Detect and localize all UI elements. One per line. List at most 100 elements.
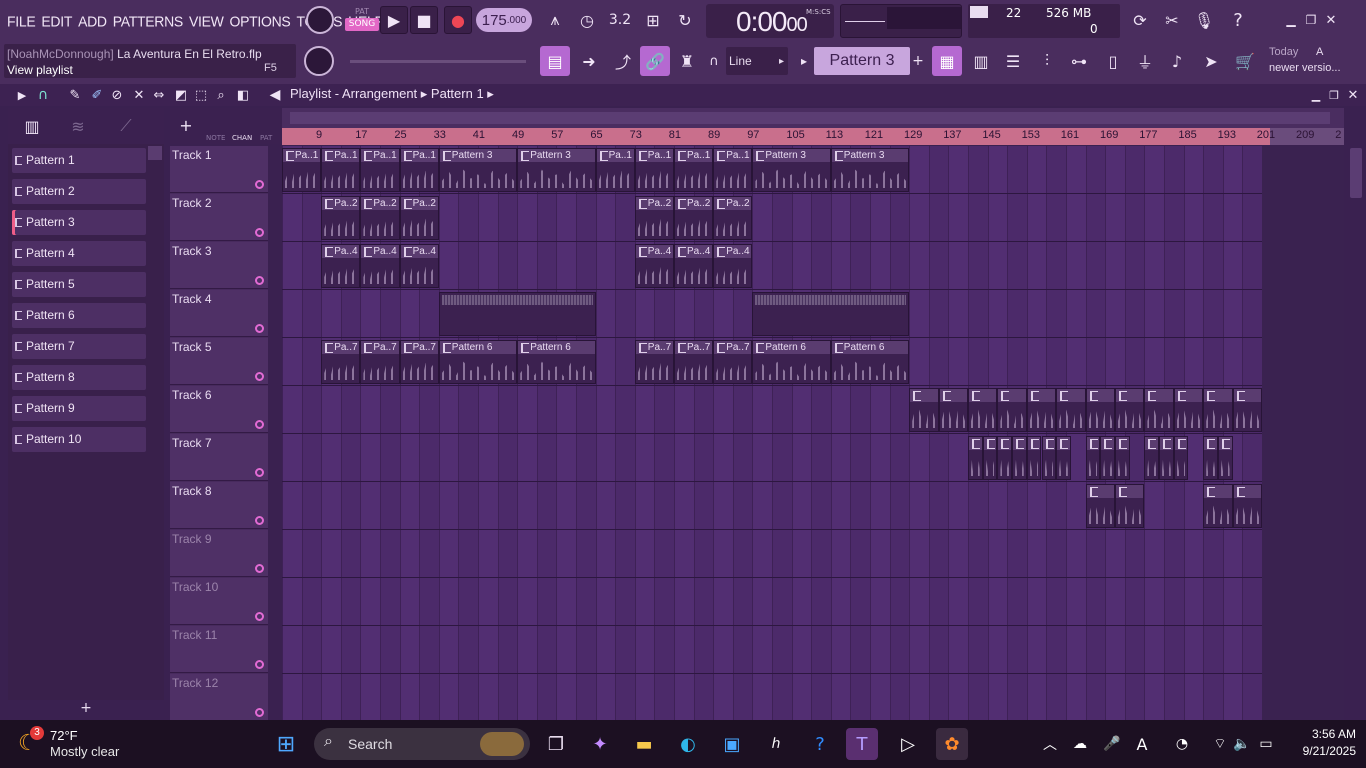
pattern-clip[interactable]: Pa..1 <box>360 148 400 192</box>
pattern-clip[interactable] <box>1041 436 1057 480</box>
pattern-clip[interactable] <box>1144 436 1160 480</box>
pattern-clip[interactable]: Pa..2 <box>399 196 439 240</box>
pattern-clip[interactable] <box>938 388 968 432</box>
playlist-close-icon[interactable]: ✕ <box>1344 86 1362 104</box>
speaker-icon[interactable]: ◀ <box>266 86 284 104</box>
media-player-button[interactable]: ▷ <box>892 728 924 760</box>
pattern-clip[interactable] <box>1012 436 1027 480</box>
vertical-scrollbar[interactable] <box>1346 106 1366 720</box>
track-mute-led-icon[interactable] <box>255 660 264 669</box>
track-header[interactable]: Track 7 <box>170 434 268 481</box>
slip-icon[interactable]: ⇔ <box>150 86 168 104</box>
paint-icon[interactable]: ✐ <box>88 86 106 104</box>
track-header[interactable]: Track 1 <box>170 146 268 193</box>
track-mute-led-icon[interactable] <box>255 180 264 189</box>
pattern-clip[interactable] <box>997 388 1027 432</box>
sliders-button[interactable]: ⫶ <box>1032 46 1062 76</box>
tab-note[interactable]: NOTE <box>206 134 225 142</box>
tab-chan[interactable]: CHAN <box>232 134 252 142</box>
pattern-clip[interactable] <box>968 388 998 432</box>
pattern-picker-item[interactable]: Pattern 1 <box>12 148 146 173</box>
pattern-clip[interactable]: Pa..1 <box>399 148 439 192</box>
tree-button[interactable]: ⊶ <box>1064 46 1094 76</box>
pattern-clip[interactable]: Pattern 6 <box>438 340 518 384</box>
pattern-clip[interactable]: Pa..7 <box>399 340 439 384</box>
playback-icon[interactable]: ◧ <box>234 86 252 104</box>
link-button[interactable]: 🔗 <box>640 46 670 76</box>
pattern-picker-item[interactable]: Pattern 6 <box>12 303 146 328</box>
pattern-clip[interactable]: Pa..1 <box>634 148 674 192</box>
pattern-clip[interactable]: Pattern 3 <box>517 148 596 192</box>
track-mute-led-icon[interactable] <box>255 324 264 333</box>
track-header[interactable]: Track 3 <box>170 242 268 289</box>
time-ruler[interactable]: 9 17 25 33 41 49 57 65 73 81 89 97 105 113 121 129 137 14… <box>282 128 1344 145</box>
plugin-button[interactable]: ⏚ <box>1130 46 1160 76</box>
onedrive-button[interactable]: ☁ <box>1064 728 1096 760</box>
track-header[interactable]: Track 12 <box>170 674 268 720</box>
overdub-button[interactable]: ⊞ <box>638 6 668 34</box>
pattern-clip[interactable] <box>1173 436 1189 480</box>
pattern-picker-item[interactable]: Pattern 5 <box>12 272 146 297</box>
overview-bar[interactable] <box>282 108 1344 128</box>
pattern-clip[interactable] <box>909 388 939 432</box>
pattern-clip[interactable] <box>1232 484 1262 528</box>
mic-tray-button[interactable]: 🎤 <box>1096 728 1128 760</box>
pattern-clip[interactable]: Pa..1 <box>282 148 322 192</box>
pattern-clip[interactable]: Pa..2 <box>674 196 714 240</box>
network-status-button[interactable]: ◔ <box>1166 728 1198 760</box>
track-mute-led-icon[interactable] <box>255 420 264 429</box>
master-volume-knob[interactable] <box>306 6 334 34</box>
pattern-clip[interactable]: Pattern 6 <box>517 340 596 384</box>
tempo-display[interactable]: 175.000 <box>476 8 532 32</box>
arrangement-grid[interactable]: Pa..1 Pa..1 Pa..1 Pa..1 Pattern 3 Pattern 3 Pa… <box>282 146 1344 720</box>
pattern-clip[interactable]: Pa..4 <box>713 244 753 288</box>
pattern-clip[interactable]: Pa..2 <box>713 196 753 240</box>
pattern-clip[interactable] <box>1173 388 1204 432</box>
pattern-picker-item[interactable]: Pattern 3 <box>12 210 146 235</box>
pattern-clip[interactable] <box>1115 436 1130 480</box>
pattern-clip[interactable]: Pa..2 <box>321 196 361 240</box>
track-mute-led-icon[interactable] <box>255 468 264 477</box>
pattern-clip[interactable]: Pa..7 <box>674 340 714 384</box>
menu-patterns[interactable]: PATTERNS <box>110 12 186 29</box>
pattern-clip[interactable] <box>1232 388 1262 432</box>
magnet-icon[interactable]: ∩ <box>34 86 52 104</box>
pattern-clip[interactable] <box>438 292 596 336</box>
pattern-picker-item[interactable]: Pattern 2 <box>12 179 146 204</box>
pattern-picker-item[interactable]: Pattern 7 <box>12 334 146 359</box>
wait-for-input-button[interactable]: ◷ <box>572 6 602 34</box>
pattern-clip[interactable] <box>1217 436 1233 480</box>
step-seq-button[interactable]: ⤴ <box>608 46 638 76</box>
pattern-selector[interactable]: Pattern 3 <box>814 47 910 75</box>
pattern-clip[interactable]: Pa..4 <box>634 244 674 288</box>
copilot-button[interactable]: ✦ <box>584 728 616 760</box>
track-header[interactable]: Track 8 <box>170 482 268 529</box>
hp-button[interactable]: ℎ <box>760 728 792 760</box>
position-slider[interactable] <box>350 60 526 63</box>
taskbar-search[interactable]: ⌕ Search <box>314 728 530 760</box>
track-mute-led-icon[interactable] <box>255 372 264 381</box>
master-pitch-knob[interactable] <box>304 46 334 76</box>
help-app-button[interactable]: ? <box>804 728 836 760</box>
pattern-clip[interactable]: Pa..7 <box>634 340 674 384</box>
pattern-clip[interactable]: Pa..7 <box>713 340 753 384</box>
track-mute-led-icon[interactable] <box>255 708 264 717</box>
pattern-clip[interactable]: Pattern 3 <box>438 148 518 192</box>
track-mute-led-icon[interactable] <box>255 228 264 237</box>
automation-icon[interactable]: ⟋ <box>116 116 136 136</box>
piano-roll-button[interactable]: ➜ <box>574 46 604 76</box>
piano-icon[interactable]: ▥ <box>22 116 42 136</box>
track-header[interactable]: Track 4 <box>170 290 268 337</box>
news-panel[interactable]: Today A newer versio... <box>1266 44 1362 80</box>
file-explorer-button[interactable]: ▬ <box>628 728 660 760</box>
track-header[interactable]: Track 11 <box>170 626 268 673</box>
edge-button[interactable]: ◐ <box>672 728 704 760</box>
render-button[interactable]: ➤ <box>1196 46 1226 76</box>
pattern-picker-item[interactable]: Pattern 9 <box>12 396 146 421</box>
add-pattern-button[interactable]: + <box>910 50 926 72</box>
picker-add-button[interactable]: + <box>8 700 164 720</box>
track-mute-led-icon[interactable] <box>255 516 264 525</box>
file-button[interactable]: ▯ <box>1098 46 1128 76</box>
pattern-clip[interactable]: Pa..2 <box>360 196 400 240</box>
channel-rack-button[interactable]: ▦ <box>932 46 962 76</box>
